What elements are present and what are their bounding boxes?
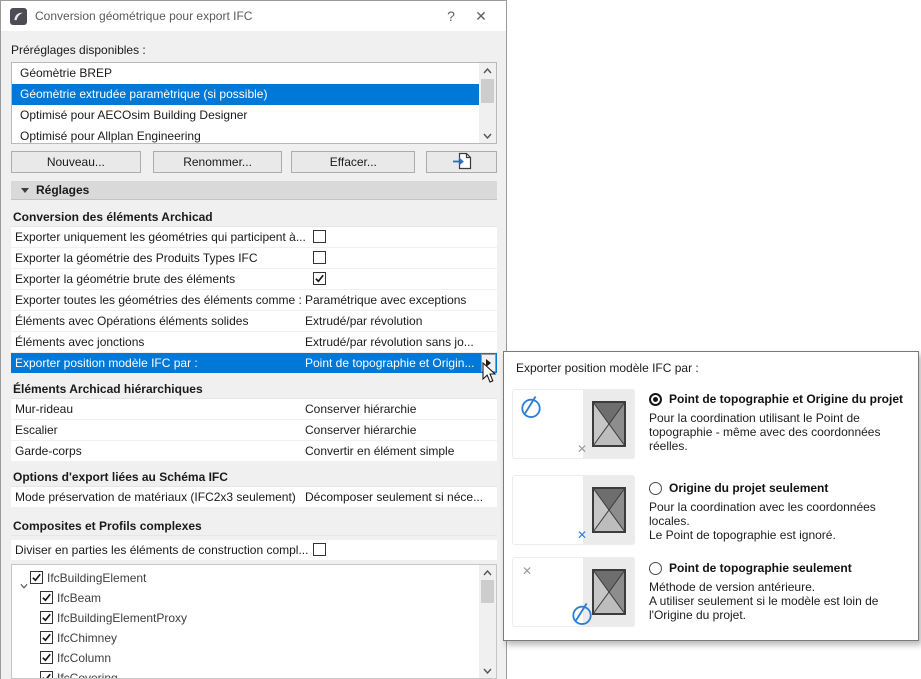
archicad-logo-icon	[10, 7, 27, 25]
settings-group-header[interactable]: Réglages	[11, 181, 497, 200]
settings-row[interactable]: Garde-corps Convertir en élément simple	[11, 441, 497, 461]
checkbox-checked[interactable]	[30, 571, 43, 584]
checkbox-checked[interactable]	[313, 272, 326, 285]
checkbox-checked[interactable]	[40, 611, 53, 624]
settings-row[interactable]: Exporter uniquement les géométries qui p…	[11, 227, 497, 247]
option-origin-only[interactable]: Origine du projet seulement Pour la coor…	[649, 481, 918, 542]
settings-row[interactable]: Mur-rideau Conserver hiérarchie	[11, 399, 497, 419]
delete-button[interactable]: Effacer...	[291, 151, 416, 173]
tree-item[interactable]: IfcCovering	[12, 668, 496, 678]
radio-unselected[interactable]	[649, 481, 662, 495]
settings-row[interactable]: Escalier Conserver hiérarchie	[11, 420, 497, 440]
window-title: Conversion géométrique pour export IFC	[35, 9, 253, 23]
option-description: Méthode de version antérieure. A utilise…	[649, 580, 879, 622]
checkbox-checked[interactable]	[40, 671, 53, 678]
tree-scrollbar[interactable]	[479, 565, 496, 678]
building-icon	[591, 569, 626, 615]
presets-label: Préréglages disponibles :	[11, 43, 146, 57]
row-value-dropdown[interactable]: Point de topographie et Origin...	[305, 353, 474, 373]
scroll-up-icon[interactable]	[479, 63, 496, 78]
checkbox-unchecked[interactable]	[313, 543, 326, 556]
tree-item[interactable]: IfcColumn	[12, 648, 496, 668]
model-position-popup: Exporter position modèle IFC par : ✕ Poi…	[503, 351, 919, 641]
settings-row[interactable]: Exporter toutes les géométries des éléme…	[11, 290, 497, 310]
row-value-dropdown[interactable]: Conserver hiérarchie	[305, 420, 416, 440]
tree-item[interactable]: IfcBeam	[12, 588, 496, 608]
import-export-button[interactable]	[426, 151, 498, 173]
settings-row-selected[interactable]: Exporter position modèle IFC par : Point…	[11, 353, 497, 373]
scrollbar-thumb[interactable]	[481, 580, 494, 603]
section-title: Conversion des éléments Archicad	[11, 207, 497, 227]
scroll-up-icon[interactable]	[479, 565, 496, 580]
section-title: Options d'export liées au Schéma IFC	[11, 467, 497, 487]
title-bar[interactable]: Conversion géométrique pour export IFC ?…	[1, 1, 506, 31]
survey-point-icon	[571, 602, 593, 626]
checkbox-checked[interactable]	[40, 651, 53, 664]
geometry-conversion-dialog: Conversion géométrique pour export IFC ?…	[0, 0, 507, 679]
tree-item[interactable]: IfcBuildingElementProxy	[12, 608, 496, 628]
scroll-down-icon[interactable]	[479, 128, 496, 143]
settings-row[interactable]: Mode préservation de matériaux (IFC2x3 s…	[11, 487, 497, 507]
row-value-dropdown[interactable]: Conserver hiérarchie	[305, 399, 416, 419]
new-button[interactable]: Nouveau...	[11, 151, 141, 173]
tree-item[interactable]: IfcChimney	[12, 628, 496, 648]
checkbox-unchecked[interactable]	[313, 251, 326, 264]
settings-row[interactable]: Éléments avec jonctions Extrudé/par révo…	[11, 332, 497, 352]
origin-x-icon: ✕	[522, 564, 533, 578]
origin-x-icon: ✕	[577, 442, 588, 456]
building-preview	[583, 390, 634, 458]
scrollbar-thumb[interactable]	[481, 79, 494, 103]
building-icon	[591, 401, 626, 447]
mouse-cursor	[482, 361, 497, 389]
screenshot-root: Conversion géométrique pour export IFC ?…	[0, 0, 921, 679]
checkbox-unchecked[interactable]	[313, 230, 326, 243]
building-preview	[583, 476, 634, 544]
preset-item-selected[interactable]: Géomètrie extrudée paramètrique (si poss…	[12, 84, 496, 105]
option-thumbnail-survey-only[interactable]: ✕	[512, 557, 635, 627]
origin-x-icon: ✕	[577, 528, 588, 542]
close-button[interactable]: ✕	[466, 3, 496, 29]
option-thumbnail-survey-and-origin[interactable]: ✕	[512, 389, 635, 459]
row-value-dropdown[interactable]: Extrudé/par révolution sans jo...	[305, 332, 474, 352]
help-button[interactable]: ?	[436, 3, 466, 29]
survey-point-icon	[520, 395, 542, 424]
rename-button[interactable]: Renommer...	[152, 151, 283, 173]
settings-row[interactable]: Exporter la géométrie des Produits Types…	[11, 248, 497, 268]
preset-item[interactable]: Optimisé pour Allplan Engineering	[12, 126, 496, 143]
preset-item[interactable]: Géomètrie BREP	[12, 63, 496, 84]
settings-row[interactable]: Éléments avec Opérations éléments solide…	[11, 311, 497, 331]
row-value-dropdown[interactable]: Paramétrique avec exceptions	[305, 290, 466, 310]
checkbox-checked[interactable]	[40, 591, 53, 604]
popup-title: Exporter position modèle IFC par :	[516, 361, 699, 375]
preset-item[interactable]: Optimisé pour AECOsim Building Designer	[12, 105, 496, 126]
preset-list-scrollbar[interactable]	[479, 63, 496, 143]
scroll-down-icon[interactable]	[479, 663, 496, 678]
building-icon	[591, 487, 626, 533]
checkbox-checked[interactable]	[40, 631, 53, 644]
settings-row[interactable]: Diviser en parties les éléments de const…	[11, 540, 497, 560]
option-thumbnail-origin-only[interactable]: ✕	[512, 475, 635, 545]
radio-unselected[interactable]	[649, 561, 662, 575]
row-value-dropdown[interactable]: Convertir en élément simple	[305, 441, 454, 461]
import-file-icon	[451, 152, 473, 173]
ifc-class-tree: IfcBuildingElement IfcBeam IfcBuildingEl…	[11, 564, 497, 679]
settings-row[interactable]: Exporter la géométrie brute des éléments	[11, 269, 497, 289]
tree-item-root[interactable]: IfcBuildingElement	[12, 568, 496, 589]
option-survey-and-origin[interactable]: Point de topographie et Origine du proje…	[649, 392, 918, 453]
section-title: Composites et Profils complexes	[11, 516, 497, 536]
section-title: Éléments Archicad hiérarchiques	[11, 379, 497, 399]
row-value-dropdown[interactable]: Extrudé/par révolution	[305, 311, 422, 331]
row-value-dropdown[interactable]: Décomposer seulement si néce...	[305, 487, 483, 507]
radio-selected[interactable]	[649, 392, 662, 406]
option-survey-only[interactable]: Point de topographie seulement Méthode d…	[649, 561, 878, 622]
collapse-triangle-icon	[21, 187, 29, 193]
option-description: Pour la coordination avec les coordonnée…	[649, 500, 876, 542]
preset-list: Géomètrie BREP Géomètrie extrudée paramè…	[11, 62, 497, 144]
option-description: Pour la coordination utilisant le Point …	[649, 411, 881, 453]
